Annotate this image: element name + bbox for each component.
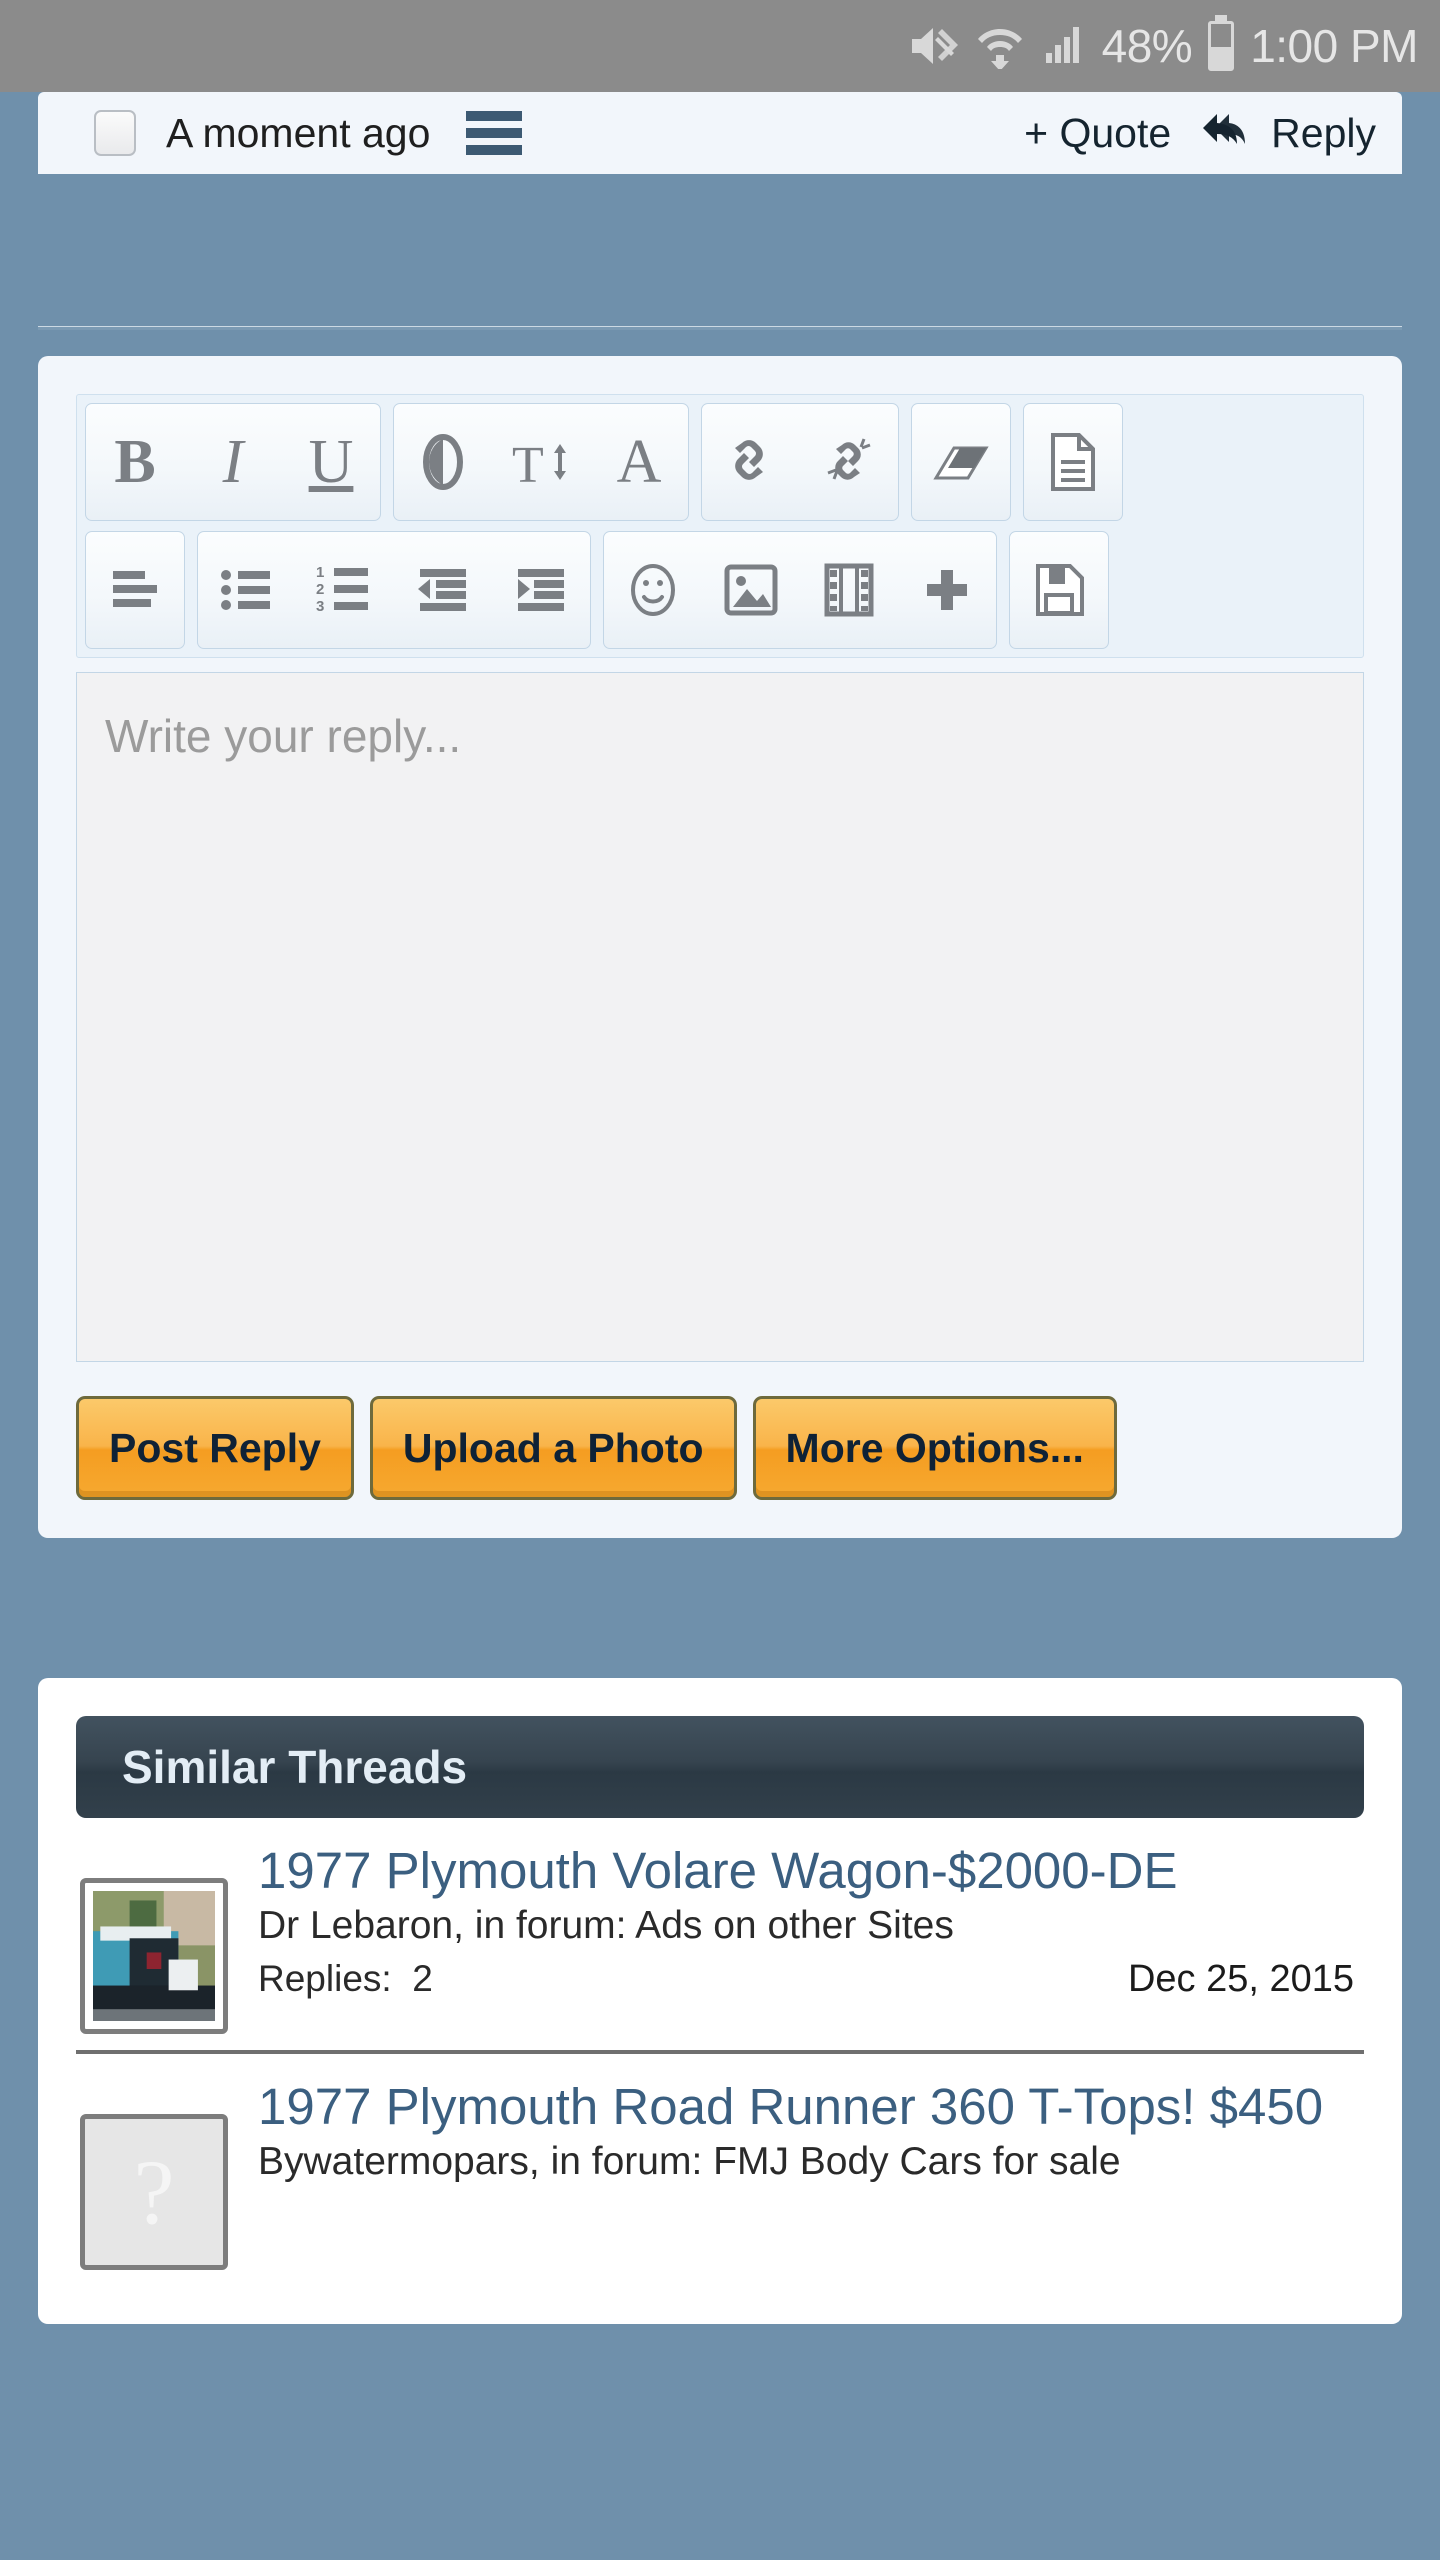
status-bar: 48% 1:00 PM xyxy=(0,0,1440,92)
page-root: 48% 1:00 PM A moment ago + Quote Reply B xyxy=(0,0,1440,2324)
insert-image-icon[interactable] xyxy=(702,532,800,648)
underline-button[interactable]: U xyxy=(282,404,380,520)
thread-title-link[interactable]: 1977 Plymouth Volare Wagon-$2000-DE xyxy=(258,1842,1354,1899)
bold-button[interactable]: B xyxy=(86,404,184,520)
reply-button[interactable]: Reply xyxy=(1271,110,1376,157)
thread-thumbnail-wrap xyxy=(76,1842,232,2034)
toolbar-group-eraser xyxy=(911,403,1011,521)
battery-percent: 48% xyxy=(1101,20,1193,72)
thread-replies: Replies: 2 xyxy=(258,1958,433,2000)
similar-threads-title: Similar Threads xyxy=(122,1741,468,1793)
reply-editor-card: B I U T A 1 2 3 Write your reply... Post… xyxy=(38,356,1402,1538)
battery-icon xyxy=(1208,21,1235,71)
reply-placeholder: Write your reply... xyxy=(105,710,462,762)
insert-media-film-icon[interactable] xyxy=(800,532,898,648)
svg-text:1: 1 xyxy=(316,564,324,581)
thread-body: 1977 Plymouth Road Runner 360 T-Tops! $4… xyxy=(258,2078,1364,2270)
thread-thumbnail-image[interactable] xyxy=(80,1878,228,2034)
post-timestamp: A moment ago xyxy=(166,109,431,156)
more-options-button[interactable]: More Options... xyxy=(752,1396,1117,1500)
text-color-icon[interactable] xyxy=(394,404,492,520)
source-document-icon[interactable] xyxy=(1024,404,1122,520)
list-item[interactable]: ? 1977 Plymouth Road Runner 360 T-Tops! … xyxy=(76,2050,1364,2286)
thread-date: Dec 25, 2015 xyxy=(1127,1958,1354,2001)
insert-link-icon[interactable] xyxy=(702,404,800,520)
thread-replies-count: 2 xyxy=(412,1958,433,2000)
toolbar-group-font: T A xyxy=(393,403,689,521)
toolbar-group-draft xyxy=(1009,531,1109,649)
mute-icon xyxy=(908,23,960,69)
editor-toolbar: B I U T A 1 2 3 xyxy=(76,394,1364,658)
post-select-checkbox[interactable] xyxy=(94,110,136,156)
remove-formatting-eraser-icon[interactable] xyxy=(912,404,1010,520)
similar-threads-header: Similar Threads xyxy=(76,1716,1364,1818)
bullet-list-icon[interactable] xyxy=(198,532,296,648)
thread-thumbnail-placeholder[interactable]: ? xyxy=(80,2114,228,2270)
svg-text:2: 2 xyxy=(316,581,324,598)
post-footer-left: A moment ago xyxy=(94,110,1024,157)
toolbar-group-source xyxy=(1023,403,1123,521)
reply-textarea[interactable]: Write your reply... xyxy=(76,672,1364,1362)
cell-signal-icon xyxy=(1040,23,1086,69)
thread-meta: Dr Lebaron, in forum: Ads on other Sites xyxy=(258,1904,954,1948)
indent-icon[interactable] xyxy=(492,532,590,648)
reply-arrow-icon xyxy=(1197,110,1246,157)
status-clock: 1:00 PM xyxy=(1250,20,1418,72)
thread-meta: Bywatermopars, in forum: FMJ Body Cars f… xyxy=(258,2140,1121,2184)
numbered-list-icon[interactable]: 123 xyxy=(296,532,394,648)
section-divider xyxy=(38,326,1402,330)
list-item[interactable]: 1977 Plymouth Volare Wagon-$2000-DE Dr L… xyxy=(76,1818,1364,2050)
thread-title-link[interactable]: 1977 Plymouth Road Runner 360 T-Tops! $4… xyxy=(258,2078,1354,2135)
outdent-icon[interactable] xyxy=(394,532,492,648)
toolbar-group-lists: 123 xyxy=(197,531,591,649)
more-insert-plus-icon[interactable] xyxy=(898,532,996,648)
post-footer-actions: + Quote Reply xyxy=(1024,110,1376,157)
font-size-icon[interactable]: T xyxy=(492,404,590,520)
thread-body: 1977 Plymouth Volare Wagon-$2000-DE Dr L… xyxy=(258,1842,1364,2034)
hamburger-menu-icon[interactable] xyxy=(466,111,523,155)
post-footer-bar: A moment ago + Quote Reply xyxy=(38,92,1402,174)
toolbar-row-1: B I U T A xyxy=(85,403,1355,521)
svg-text:3: 3 xyxy=(316,598,324,615)
question-mark-icon: ? xyxy=(133,2141,175,2243)
wifi-icon xyxy=(976,23,1024,69)
upload-photo-button[interactable]: Upload a Photo xyxy=(369,1396,737,1500)
thread-footer: Replies: 2 Dec 25, 2015 xyxy=(258,1958,1354,2001)
font-family-icon[interactable]: A xyxy=(590,404,688,520)
thread-thumbnail-wrap: ? xyxy=(76,2078,232,2270)
svg-text:T: T xyxy=(512,437,544,494)
post-reply-button[interactable]: Post Reply xyxy=(76,1396,354,1500)
emoji-smiley-icon[interactable] xyxy=(604,532,702,648)
quote-button[interactable]: + Quote xyxy=(1024,110,1171,157)
toolbar-group-align xyxy=(85,531,185,649)
toolbar-group-insert xyxy=(603,531,997,649)
italic-button[interactable]: I xyxy=(184,404,282,520)
toolbar-group-text-style: B I U xyxy=(85,403,381,521)
similar-threads-card: Similar Threads 1977 Plymouth Volare Wag… xyxy=(38,1678,1402,2324)
save-draft-floppy-icon[interactable] xyxy=(1010,532,1108,648)
unlink-icon[interactable] xyxy=(800,404,898,520)
editor-action-buttons: Post Reply Upload a Photo More Options..… xyxy=(76,1396,1364,1500)
align-left-icon[interactable] xyxy=(86,532,184,648)
thread-replies-label: Replies: xyxy=(258,1958,392,2000)
toolbar-row-2: 123 xyxy=(85,531,1355,649)
toolbar-group-link xyxy=(701,403,899,521)
